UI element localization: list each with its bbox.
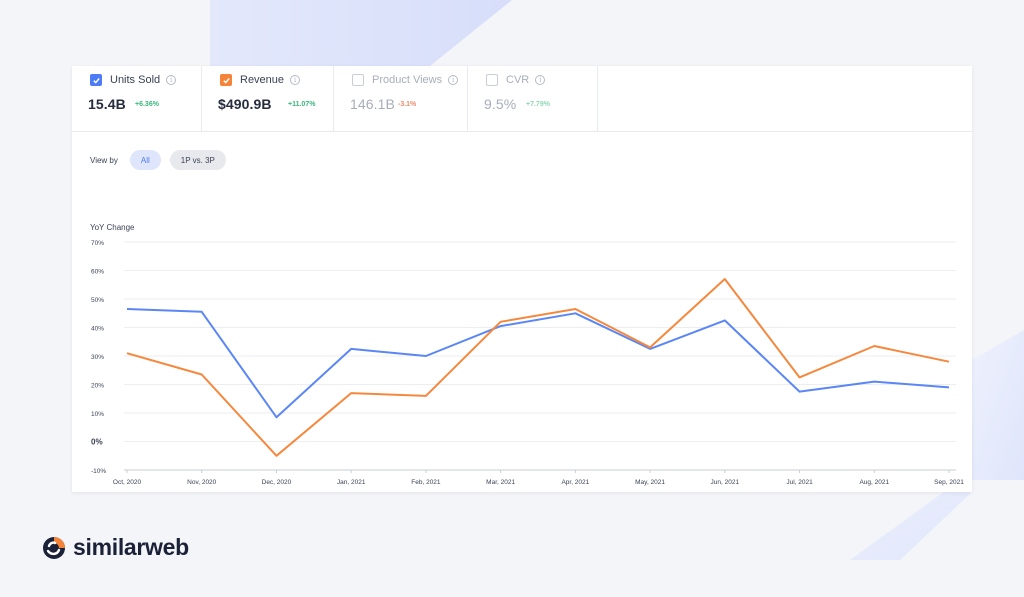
metric-header: Units Sold i (90, 74, 177, 86)
product-views-checkbox[interactable] (352, 74, 364, 86)
cvr-checkbox[interactable] (486, 74, 498, 86)
metric-label: Product Views (372, 74, 443, 86)
metrics-bar: Units Sold i 15.4B +6.36% Revenue i $490… (72, 66, 972, 132)
x-tick-label: Jul, 2021 (786, 479, 813, 486)
info-icon[interactable]: i (290, 75, 301, 85)
yoy-line-chart: YoY Change -10% 0% 10% 20% 30% 40% 50% 60% 70% Oct… (90, 223, 964, 486)
similarweb-logo: similarweb (42, 534, 189, 561)
metric-value: 9.5% (484, 96, 517, 112)
y-tick-label: -10% (91, 468, 106, 475)
metric-header: Product Views i (352, 74, 459, 86)
units-sold-checkbox[interactable] (90, 74, 102, 86)
info-icon[interactable]: i (448, 75, 459, 85)
metric-label: CVR (506, 74, 530, 86)
y-tick-label: 30% (91, 354, 104, 361)
brand-name: similarweb (73, 534, 189, 560)
metric-header: CVR i (486, 74, 546, 86)
chart-card: Units Sold i 15.4B +6.36% Revenue i $490… (72, 66, 972, 492)
metric-units-sold[interactable]: Units Sold i 15.4B +6.36% (72, 66, 202, 132)
series-line-revenue (126, 278, 950, 457)
metric-value: $490.9B (218, 96, 272, 112)
y-tick-label: 10% (91, 411, 104, 418)
metric-product-views[interactable]: Product Views i 146.1B -3.1% (334, 66, 468, 132)
view-by-all-button[interactable]: All (129, 150, 161, 170)
x-tick-label: Oct, 2020 (113, 479, 142, 486)
metric-cvr[interactable]: CVR i 9.5% +7.79% (468, 66, 598, 132)
metric-delta: -3.1% (398, 101, 417, 108)
metric-label: Revenue (240, 74, 285, 86)
y-tick-label: 70% (91, 240, 104, 247)
x-tick-label: May, 2021 (635, 479, 665, 486)
metric-label: Units Sold (110, 74, 161, 86)
info-icon[interactable]: i (535, 75, 546, 85)
y-axis-title: YoY Change (90, 223, 135, 232)
series-line-units-sold (126, 308, 950, 419)
view-by-label: View by (90, 155, 118, 165)
y-tick-label: 40% (91, 326, 104, 333)
metric-header: Revenue i (220, 74, 301, 86)
revenue-checkbox[interactable] (220, 74, 232, 86)
metric-delta: +7.79% (526, 101, 550, 108)
checkmark-icon (222, 77, 230, 84)
y-tick-label: 60% (91, 269, 104, 276)
x-tick-label: Jan, 2021 (337, 479, 366, 486)
metric-revenue[interactable]: Revenue i $490.9B +11.07% (202, 66, 334, 132)
y-tick-label: 20% (91, 383, 104, 390)
metric-delta: +11.07% (288, 101, 316, 108)
x-tick-label: Jun, 2021 (711, 479, 740, 486)
metric-value: 146.1B (350, 96, 395, 112)
x-tick-label: Nov, 2020 (187, 479, 217, 486)
info-icon[interactable]: i (166, 75, 177, 85)
view-by-1p-3p-button[interactable]: 1P vs. 3P (169, 150, 226, 170)
x-tick-label: Dec, 2020 (262, 479, 292, 486)
y-tick-label: 50% (91, 297, 104, 304)
view-by-control: View by All 1P vs. 3P (90, 150, 235, 170)
x-tick-label: Aug, 2021 (859, 479, 889, 486)
x-tick-label: Feb, 2021 (411, 479, 441, 486)
checkmark-icon (92, 77, 100, 84)
x-tick-label: Apr, 2021 (561, 479, 589, 486)
metric-delta: +6.36% (135, 101, 159, 108)
y-tick-label: 0% (91, 438, 103, 447)
similarweb-logo-icon (43, 536, 65, 559)
x-tick-label: Sep, 2021 (934, 479, 964, 486)
x-tick-label: Mar, 2021 (486, 479, 515, 486)
metric-value: 15.4B (88, 96, 126, 112)
